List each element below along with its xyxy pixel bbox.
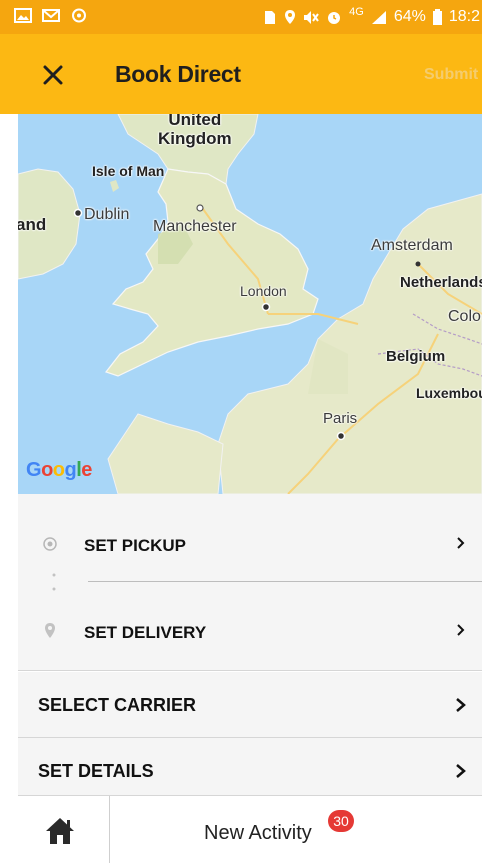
image-icon xyxy=(14,8,32,23)
battery-percent: 64% xyxy=(393,8,426,25)
map-label-dublin: Dublin xyxy=(84,206,130,223)
location-pin-icon xyxy=(45,623,55,638)
bottom-navigation: New Activity 30 xyxy=(18,796,482,863)
clock: 18:2 xyxy=(448,8,480,25)
status-left-icons xyxy=(14,8,88,23)
map-label-paris: Paris xyxy=(323,410,358,427)
status-bar: 4G 64% 18:2 xyxy=(0,0,482,34)
mail-icon xyxy=(42,9,60,22)
google-logo: Google xyxy=(26,459,92,481)
map-label-belgium: Belgium xyxy=(386,348,446,365)
home-icon xyxy=(46,818,74,844)
network-type: 4G xyxy=(349,6,364,18)
map-label-netherlands: Netherlands xyxy=(400,274,482,291)
chevron-right-icon xyxy=(457,624,465,636)
map-label-london: London xyxy=(240,283,287,299)
set-pickup-label: SET PICKUP xyxy=(84,536,187,555)
map-label-isle-of-man: Isle of Man xyxy=(92,163,165,179)
map-label-luxembourg: Luxembou xyxy=(416,385,482,401)
status-right: 4G 64% 18:2 xyxy=(263,6,480,26)
activity-count-badge: 30 xyxy=(328,810,354,832)
battery-icon xyxy=(432,9,442,25)
set-details-label: SET DETAILS xyxy=(38,761,154,781)
set-delivery-label: SET DELIVERY xyxy=(84,623,207,642)
sync-icon xyxy=(72,8,86,23)
new-activity-link[interactable]: New Activity xyxy=(204,822,312,845)
set-details-row[interactable]: SET DETAILS xyxy=(18,738,482,796)
signal-icon xyxy=(371,10,386,24)
set-pickup-row[interactable]: SET PICKUP xyxy=(18,524,482,568)
map-label-uk: United Kingdom xyxy=(158,114,232,148)
home-button[interactable] xyxy=(18,796,110,863)
chevron-right-icon xyxy=(456,698,466,712)
close-icon[interactable] xyxy=(36,58,70,92)
mute-icon xyxy=(304,10,319,24)
select-carrier-row[interactable]: SELECT CARRIER xyxy=(18,672,482,738)
location-icon xyxy=(285,10,296,24)
map-label-manchester: Manchester xyxy=(153,218,237,235)
app-toolbar: Book Direct Submit xyxy=(0,34,482,114)
map-label-ireland: and xyxy=(18,215,47,234)
map-view[interactable]: United Kingdom Isle of Man and Dublin Ma… xyxy=(18,114,482,494)
map-canvas xyxy=(18,114,482,494)
chevron-right-icon xyxy=(457,537,465,549)
route-panel: SET PICKUP SET DELIVERY xyxy=(18,494,482,671)
page-title: Book Direct xyxy=(115,61,241,87)
alarm-icon xyxy=(328,12,341,24)
chevron-right-icon xyxy=(456,764,466,778)
submit-button[interactable]: Submit xyxy=(424,66,482,84)
map-label-cologne: Colo xyxy=(448,308,481,325)
set-delivery-row[interactable]: SET DELIVERY xyxy=(18,611,482,655)
map-label-amsterdam: Amsterdam xyxy=(371,237,453,254)
select-carrier-label: SELECT CARRIER xyxy=(38,695,197,715)
route-dots xyxy=(52,573,56,591)
pickup-radio-icon xyxy=(43,537,57,551)
sim-icon xyxy=(265,10,276,24)
route-divider xyxy=(88,581,482,582)
